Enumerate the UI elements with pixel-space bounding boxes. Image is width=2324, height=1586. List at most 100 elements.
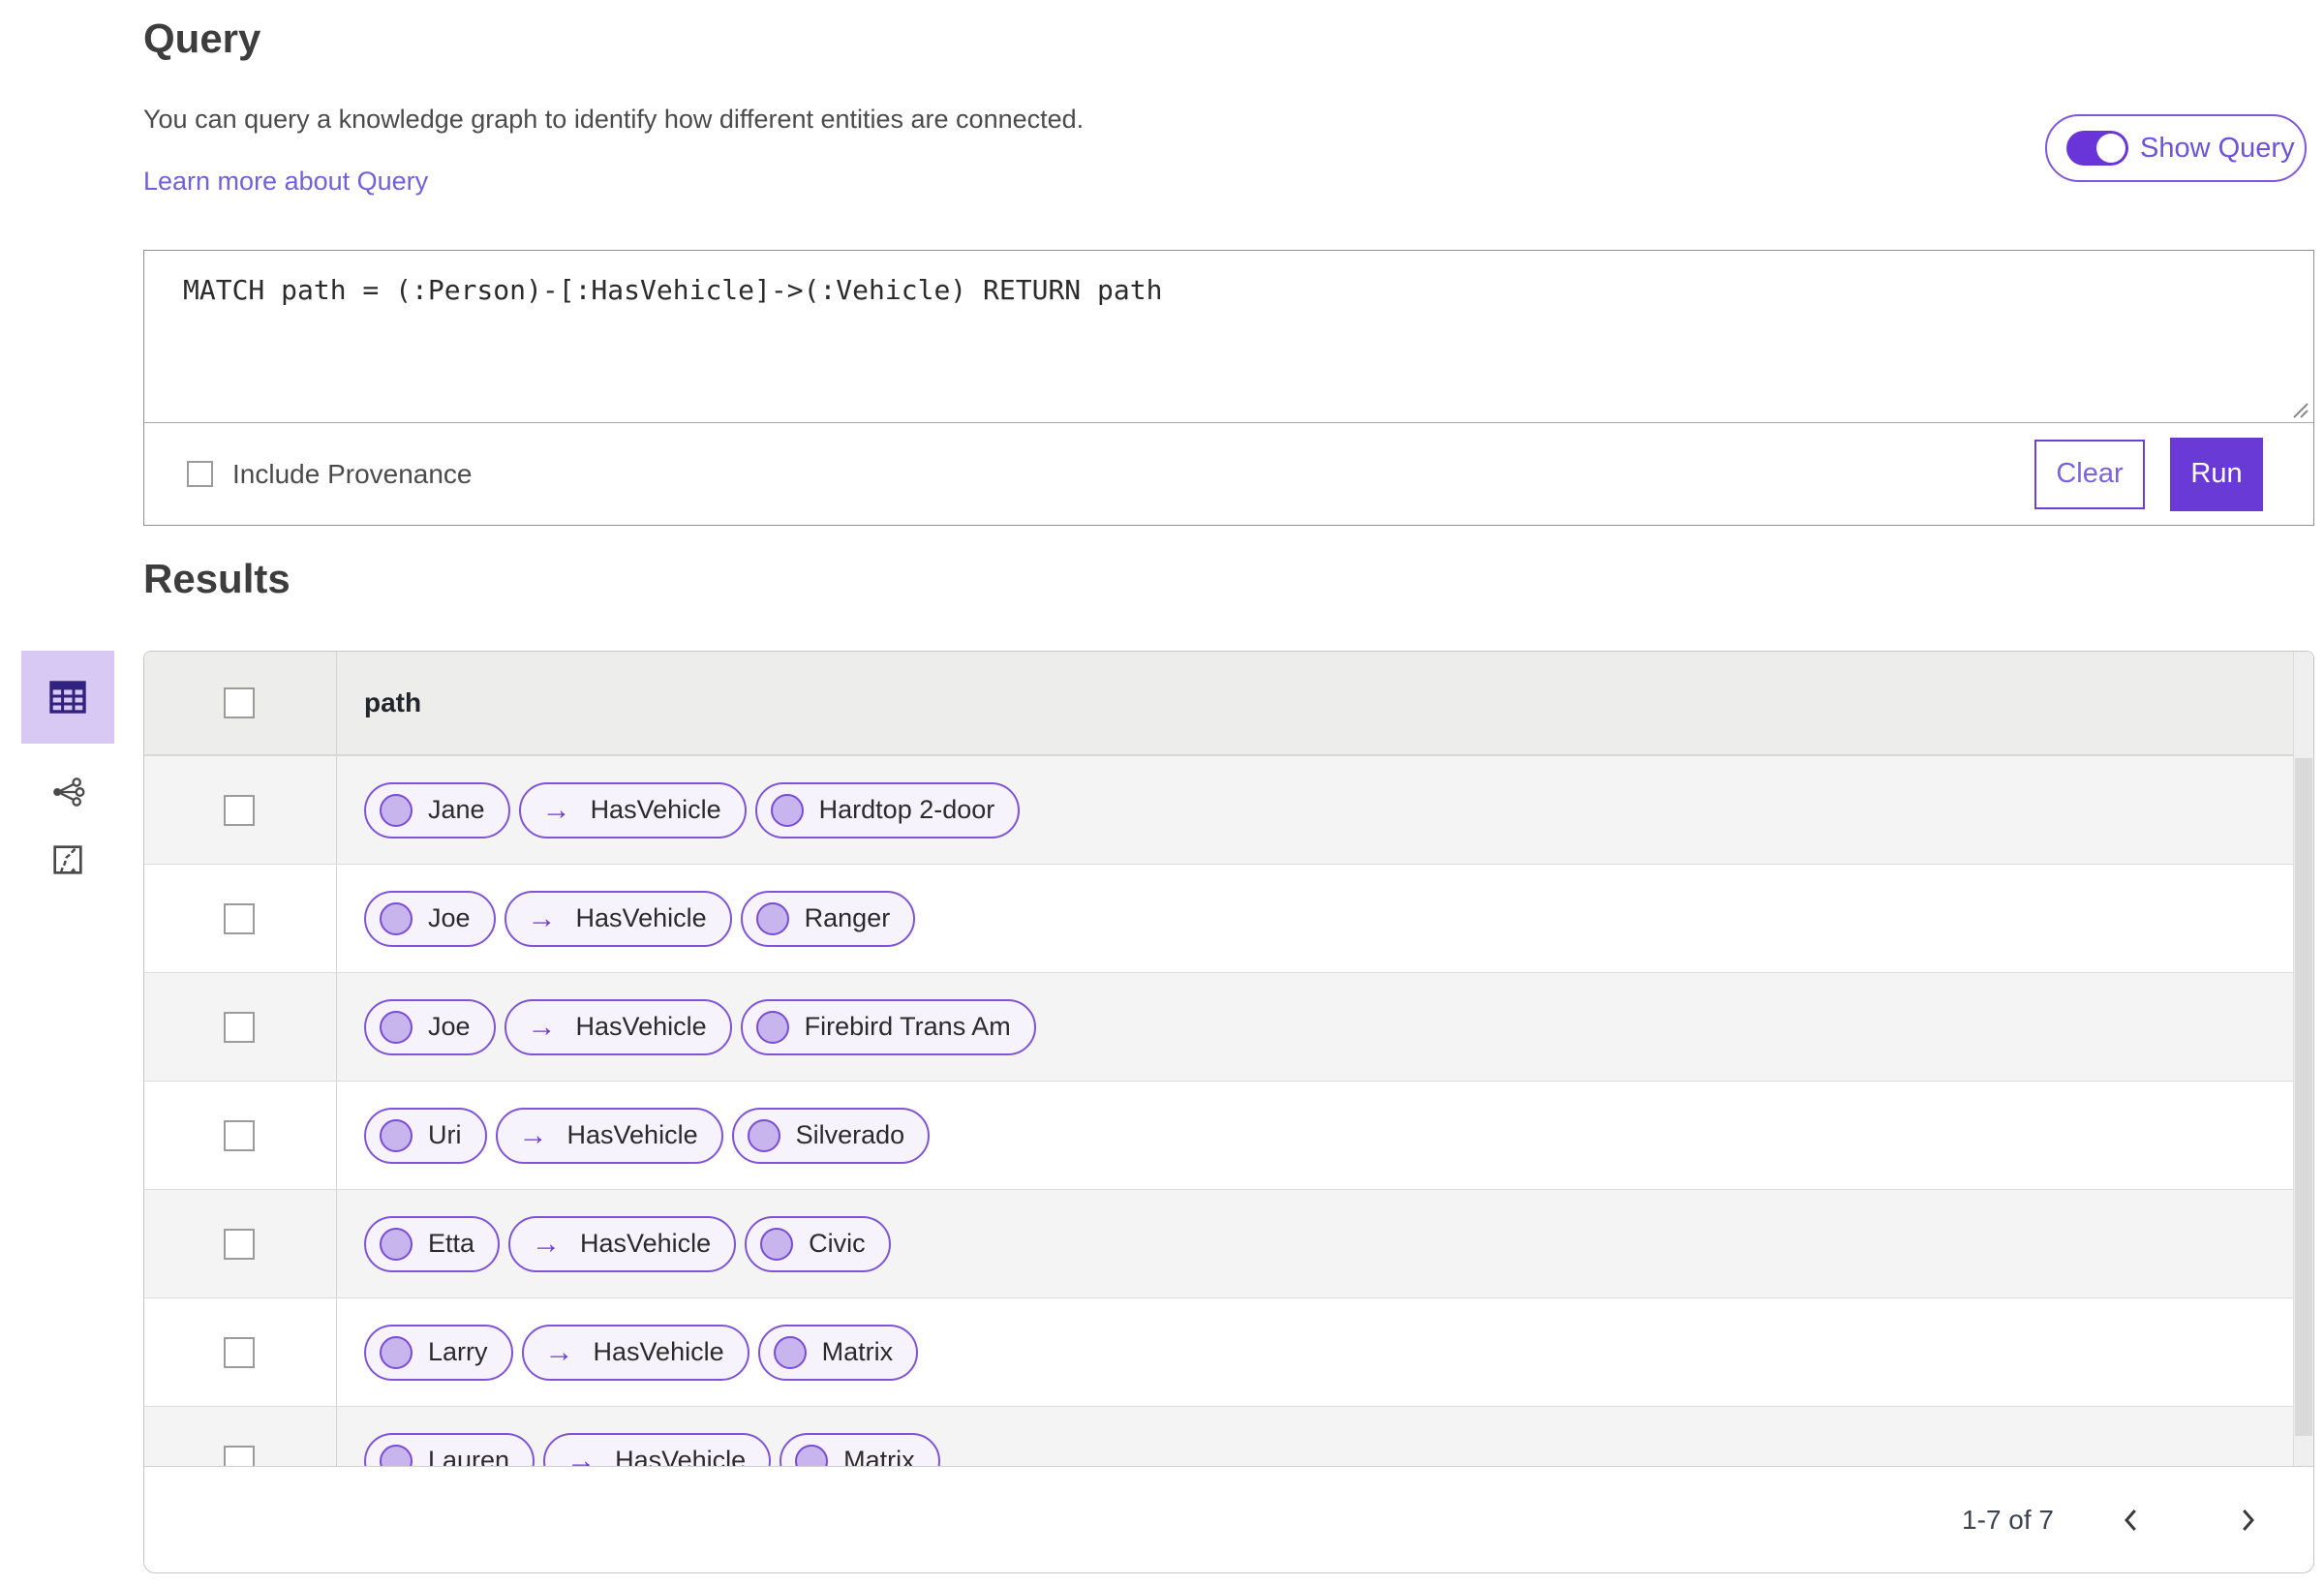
entity-label: Firebird Trans Am (804, 1012, 1011, 1041)
entity-pill-source[interactable]: Etta (364, 1215, 501, 1272)
view-switcher (21, 651, 114, 879)
row-checkbox[interactable] (224, 1445, 255, 1466)
entity-pill-source[interactable]: Joe (364, 890, 496, 947)
query-page: Query You can query a knowledge graph to… (0, 0, 2324, 1586)
row-checkbox[interactable] (224, 1011, 255, 1043)
row-checkbox[interactable] (224, 1336, 255, 1368)
entity-label: Etta (428, 1229, 475, 1258)
arrow-right-icon: → (527, 1010, 557, 1043)
relationship-label: HasVehicle (615, 1446, 747, 1466)
path-cell: Larry → HasVehicle Matrix (337, 1298, 2313, 1406)
entity-pill-source[interactable]: Lauren (364, 1432, 535, 1466)
node-icon (380, 1118, 413, 1152)
node-icon (380, 793, 413, 827)
pagination-range: 1-7 of 7 (1962, 1504, 2054, 1535)
table-row[interactable]: Uri → HasVehicle Silverado (144, 1082, 2313, 1190)
path-cell: Lauren → HasVehicle Matrix (337, 1407, 2313, 1466)
next-page-button[interactable] (2209, 1491, 2286, 1549)
entity-pill-source[interactable]: Jane (364, 781, 510, 839)
run-button[interactable]: Run (2170, 437, 2263, 511)
node-icon (380, 1010, 413, 1044)
entity-pill-target[interactable]: Hardtop 2-door (754, 781, 1021, 839)
table-row[interactable]: Lauren → HasVehicle Matrix (144, 1407, 2313, 1466)
node-icon (773, 1335, 807, 1369)
node-icon (380, 901, 413, 935)
query-description: You can query a knowledge graph to ident… (143, 105, 1085, 134)
entity-pill-target[interactable]: Firebird Trans Am (740, 998, 1036, 1055)
row-checkbox[interactable] (224, 794, 255, 826)
table-view-icon (49, 681, 86, 714)
node-icon (380, 1335, 413, 1369)
prev-page-button[interactable] (2093, 1491, 2170, 1549)
path-cell: Joe → HasVehicle Firebird Trans Am (337, 973, 2313, 1081)
table-row[interactable]: Etta → HasVehicle Civic (144, 1190, 2313, 1298)
relationship-pill[interactable]: → HasVehicle (504, 998, 732, 1055)
entity-label: Uri (428, 1120, 462, 1149)
toggle-switch-icon[interactable] (2066, 131, 2128, 166)
path-cell: Joe → HasVehicle Ranger (337, 865, 2313, 972)
table-row[interactable]: Joe → HasVehicle Firebird Trans Am (144, 973, 2313, 1082)
node-icon (380, 1444, 413, 1466)
relationship-pill[interactable]: → HasVehicle (504, 890, 732, 947)
show-query-toggle[interactable]: Show Query (2045, 114, 2307, 182)
row-select-cell (144, 865, 337, 972)
arrow-right-icon: → (566, 1444, 596, 1466)
scrollbar-thumb[interactable] (2295, 758, 2312, 1436)
column-header-path: path (364, 687, 422, 717)
table-scroll-area: path Jane → HasVehicle Hardtop 2-door Jo… (144, 652, 2313, 1466)
path-cell: Etta → HasVehicle Civic (337, 1190, 2313, 1297)
table-footer: 1-7 of 7 (144, 1466, 2313, 1572)
entity-pill-source[interactable]: Uri (364, 1107, 487, 1164)
node-icon (755, 901, 789, 935)
relationship-pill[interactable]: → HasVehicle (543, 1432, 772, 1466)
table-row[interactable]: Joe → HasVehicle Ranger (144, 865, 2313, 973)
relationship-label: HasVehicle (590, 795, 721, 824)
path-cell: Jane → HasVehicle Hardtop 2-door (337, 756, 2313, 864)
entity-pill-source[interactable]: Larry (364, 1324, 513, 1381)
table-view-button[interactable] (21, 651, 114, 744)
relationship-pill[interactable]: → HasVehicle (521, 1324, 749, 1381)
node-icon (770, 793, 804, 827)
include-provenance-label: Include Provenance (232, 458, 473, 489)
entity-label: Hardtop 2-door (818, 795, 995, 824)
include-provenance-checkbox[interactable] (187, 461, 213, 487)
relationship-pill[interactable]: → HasVehicle (508, 1215, 737, 1272)
link-chart-view-button[interactable] (21, 773, 114, 811)
relationship-pill[interactable]: → HasVehicle (495, 1107, 723, 1164)
path-cell: Uri → HasVehicle Silverado (337, 1082, 2313, 1189)
node-icon (760, 1227, 794, 1261)
learn-more-link[interactable]: Learn more about Query (143, 167, 428, 197)
entity-pill-target[interactable]: Silverado (731, 1107, 931, 1164)
results-title: Results (143, 556, 290, 601)
entity-pill-target[interactable]: Civic (745, 1215, 891, 1272)
row-checkbox[interactable] (224, 1228, 255, 1260)
arrow-right-icon: → (541, 793, 571, 826)
entity-pill-target[interactable]: Matrix (780, 1432, 940, 1466)
row-select-cell (144, 1407, 337, 1466)
entity-label: Joe (428, 1012, 471, 1041)
relationship-label: HasVehicle (593, 1337, 724, 1366)
row-select-cell (144, 1298, 337, 1406)
row-checkbox[interactable] (224, 902, 255, 934)
relationship-label: HasVehicle (566, 1120, 698, 1149)
table-scrollbar[interactable] (2293, 652, 2313, 1466)
entity-label: Larry (428, 1337, 488, 1366)
results-table: path Jane → HasVehicle Hardtop 2-door Jo… (143, 651, 2314, 1573)
table-row[interactable]: Jane → HasVehicle Hardtop 2-door (144, 756, 2313, 865)
select-all-checkbox[interactable] (224, 687, 255, 718)
entity-pill-target[interactable]: Ranger (740, 890, 916, 947)
node-icon (380, 1227, 413, 1261)
select-all-cell (144, 652, 337, 754)
query-editor-input[interactable]: MATCH path = (:Person)-[:HasVehicle]->(:… (144, 251, 2313, 423)
relationship-label: HasVehicle (575, 903, 707, 932)
entity-pill-target[interactable]: Matrix (757, 1324, 919, 1381)
table-body: Jane → HasVehicle Hardtop 2-door Joe → H… (144, 756, 2313, 1466)
relationship-label: HasVehicle (580, 1229, 712, 1258)
clear-button[interactable]: Clear (2034, 439, 2145, 509)
table-row[interactable]: Larry → HasVehicle Matrix (144, 1298, 2313, 1407)
map-view-button[interactable] (21, 840, 114, 879)
row-checkbox[interactable] (224, 1119, 255, 1151)
entity-pill-source[interactable]: Joe (364, 998, 496, 1055)
entity-label: Jane (428, 795, 485, 824)
relationship-pill[interactable]: → HasVehicle (518, 781, 747, 839)
